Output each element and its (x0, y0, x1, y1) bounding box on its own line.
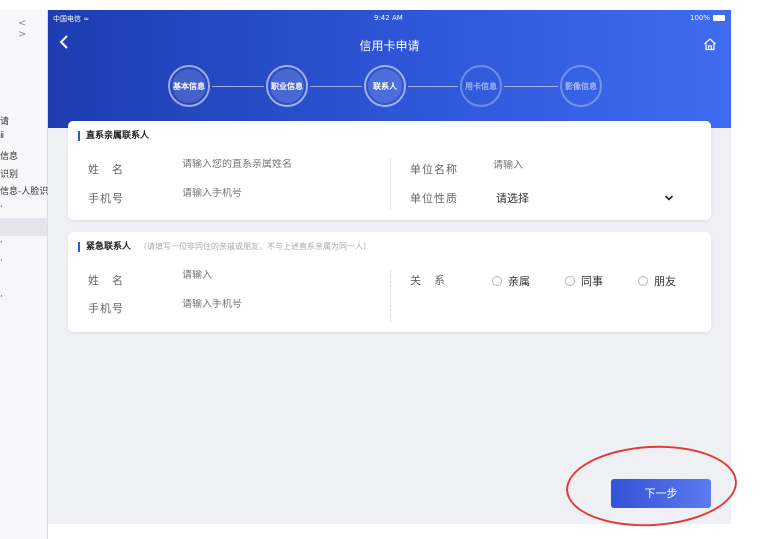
step-card-info[interactable]: 用卡信息 (460, 65, 502, 107)
card-note: （请填写一位非同住的亲戚或朋友，不与上述直系亲属为同一人） (139, 242, 372, 251)
name-label: 姓 名 (88, 274, 124, 287)
column-divider (390, 159, 391, 209)
step-connector (212, 86, 264, 87)
battery-icon (713, 15, 725, 21)
step-connector (310, 86, 362, 87)
phone-label: 手机号 (88, 302, 124, 315)
relation-option-relative[interactable]: 亲属 (492, 273, 530, 289)
step-job-info[interactable]: 职业信息 (266, 65, 308, 107)
company-label: 单位名称 (410, 163, 458, 176)
radio-label: 同事 (581, 275, 603, 288)
chevron-down-icon[interactable] (664, 193, 674, 203)
page-nav-arrows[interactable]: < > (18, 18, 47, 40)
phone-label: 手机号 (88, 192, 124, 205)
relation-option-colleague[interactable]: 同事 (565, 273, 603, 289)
emergency-contact-card: 紧急联系人 （请填写一位非同住的亲戚或朋友，不与上述直系亲属为同一人） 姓 名 手… (68, 232, 711, 332)
radio-label: 朋友 (654, 275, 676, 288)
relation-option-friend[interactable]: 朋友 (638, 273, 676, 289)
sidebar-item[interactable]: · (0, 238, 3, 248)
clock-label: 9:42 AM (374, 14, 403, 22)
emergency-phone-input[interactable] (182, 299, 362, 310)
step-basic-info[interactable]: 基本信息 (168, 65, 210, 107)
sidebar-item[interactable]: 识别 (0, 167, 18, 180)
step-label: 职业信息 (271, 81, 303, 91)
radio-circle (638, 276, 648, 286)
sidebar-selected-highlight (0, 218, 47, 236)
step-connector (408, 86, 458, 87)
home-button[interactable] (703, 36, 717, 51)
home-icon (704, 38, 716, 51)
battery-indicator: 100% (690, 14, 725, 22)
direct-name-input[interactable] (182, 159, 362, 170)
card-title-text: 紧急联系人 (86, 242, 132, 252)
step-label: 影像信息 (565, 81, 597, 91)
company-type-label: 单位性质 (410, 192, 458, 205)
sidebar-item[interactable]: 请 (0, 114, 9, 127)
step-label: 联系人 (373, 81, 397, 91)
radio-circle (492, 276, 502, 286)
emergency-name-input[interactable] (182, 270, 362, 281)
sidebar-item[interactable]: · (0, 202, 3, 212)
step-label: 用卡信息 (465, 81, 497, 91)
sidebar-item[interactable]: ⅱ (0, 131, 4, 141)
step-image-info[interactable]: 影像信息 (560, 65, 602, 107)
status-bar: 中国电信 ≈ 9:42 AM 100% (48, 10, 731, 26)
card-title: 直系亲属联系人 (78, 131, 149, 141)
page-title: 信用卡申请 (359, 39, 420, 53)
step-label: 基本信息 (173, 81, 205, 91)
nav-bar: 信用卡申请 (48, 32, 731, 58)
sidebar-item[interactable]: 信息-人脸识 (0, 184, 48, 197)
page-sidebar: < > 请 ⅱ 信息 识别 信息-人脸识 · · · · (0, 10, 48, 539)
card-title: 紧急联系人 （请填写一位非同住的亲戚或朋友，不与上述直系亲属为同一人） (78, 242, 371, 252)
radio-circle (565, 276, 575, 286)
company-name-input[interactable] (493, 160, 643, 171)
device-screen: 中国电信 ≈ 9:42 AM 100% 信用卡申请 基本信息 职业信息 联系人 … (48, 10, 731, 524)
column-divider (390, 270, 391, 322)
sidebar-item[interactable]: 信息 (0, 149, 18, 162)
carrier-label: 中国电信 ≈ (53, 15, 90, 23)
radio-label: 亲属 (508, 275, 530, 288)
progress-stepper: 基本信息 职业信息 联系人 用卡信息 影像信息 (168, 65, 608, 107)
direct-contact-card: 直系亲属联系人 姓 名 手机号 单位名称 单位性质 请选择 (68, 121, 711, 220)
step-contacts[interactable]: 联系人 (364, 65, 406, 107)
battery-label: 100% (689, 14, 710, 22)
name-label: 姓 名 (88, 163, 124, 176)
step-connector (504, 86, 558, 87)
sidebar-item[interactable]: · (0, 292, 3, 302)
relation-label: 关 系 (410, 274, 446, 287)
direct-phone-input[interactable] (182, 188, 362, 199)
prototype-frame: < > 请 ⅱ 信息 识别 信息-人脸识 · · · · 中国电信 ≈ 9:42… (0, 0, 769, 539)
sidebar-item[interactable]: · (0, 256, 3, 266)
company-type-select[interactable]: 请选择 (496, 190, 529, 206)
